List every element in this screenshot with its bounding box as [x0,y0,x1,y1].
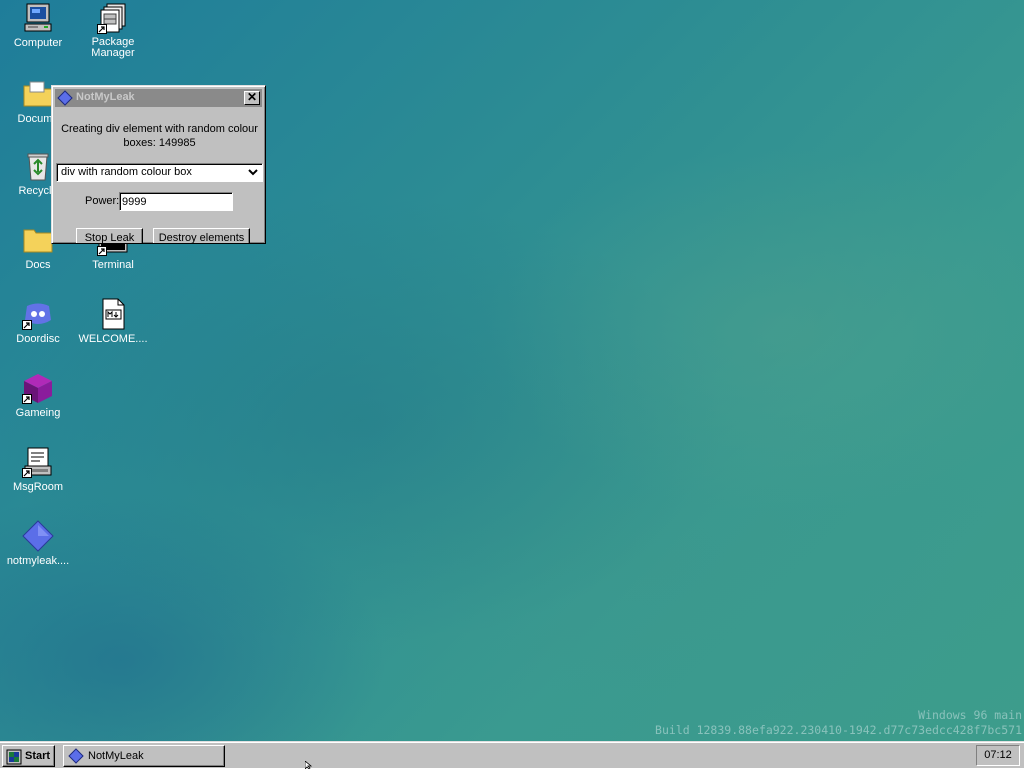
window-title: NotMyLeak [76,91,135,103]
window-titlebar[interactable]: NotMyLeak ✕ [55,89,262,107]
start-logo-icon [6,749,22,768]
desktop-icon-gameing[interactable]: Gameing [1,372,75,419]
start-button[interactable]: Start [2,745,55,767]
desktop-icon-label: Gameing [15,407,61,419]
computer-icon [22,2,54,34]
power-input[interactable] [119,192,233,211]
power-label: Power: [85,195,120,207]
mouse-cursor-icon [304,760,313,772]
taskbar-item-notmyleak[interactable]: NotMyLeak [63,745,225,767]
shortcut-arrow-icon [97,246,107,256]
select-value: div with random colour box [61,166,192,178]
destroy-elements-button[interactable]: Destroy elements [153,228,250,243]
notmyleak-diamond-icon [57,90,73,109]
folder-icon [22,224,54,256]
taskbar-item-label: NotMyLeak [88,750,144,762]
msgroom-icon [22,446,54,478]
shortcut-arrow-icon [97,24,107,34]
desktop-icon-computer[interactable]: Computer [1,2,75,49]
shortcut-arrow-icon [22,468,32,478]
element-type-select[interactable]: div with random colour box [56,163,263,182]
package-manager-icon [97,2,129,34]
close-icon: ✕ [246,90,258,104]
desktop-icon-label: Computer [13,37,63,49]
recycle-bin-icon [22,150,54,182]
shortcut-arrow-icon [22,394,32,404]
notmyleak-diamond-icon [68,748,84,767]
desktop-icon-welcome[interactable]: WELCOME.... [76,298,150,345]
system-clock[interactable]: 07:12 [976,745,1020,766]
shortcut-arrow-icon [22,320,32,330]
gameing-cube-icon [22,372,54,404]
desktop-icon-label: WELCOME.... [78,333,148,345]
desktop-icon-label: Doordisc [16,333,60,345]
close-button[interactable]: ✕ [244,91,260,105]
desktop-icon-label: MsgRoom [12,481,64,493]
desktop-icon-label: Terminal [92,259,134,271]
documents-folder-icon [22,78,54,110]
desktop-icon-label: notmyleak.... [6,555,70,567]
markdown-file-icon [97,298,129,330]
desktop: Computer Package Manager Docume Recycle … [0,0,1024,741]
build-watermark: Windows 96 main Build 12839.88efa922.230… [655,708,1022,738]
taskbar: Start NotMyLeak 07:12 [0,741,1024,768]
notmyleak-window[interactable]: NotMyLeak ✕ Creating div element with ra… [51,85,266,244]
watermark-line-1: Windows 96 main [918,708,1022,722]
stop-leak-button[interactable]: Stop Leak [76,228,143,243]
start-label: Start [25,750,51,762]
chevron-down-icon [248,167,258,180]
notmyleak-diamond-icon [22,520,54,552]
desktop-icon-doordisc[interactable]: Doordisc [1,298,75,345]
doordisc-icon [22,298,54,330]
desktop-icon-package-manager[interactable]: Package Manager [76,2,150,59]
status-message: Creating div element with random colour … [61,123,258,149]
desktop-icon-notmyleak[interactable]: notmyleak.... [1,520,75,567]
desktop-icon-label: Docs [25,259,51,271]
desktop-icon-msgroom[interactable]: MsgRoom [1,446,75,493]
watermark-line-2: Build 12839.88efa922.230410-1942.d77c73e… [655,723,1022,737]
desktop-icon-label: Package Manager [91,37,135,59]
